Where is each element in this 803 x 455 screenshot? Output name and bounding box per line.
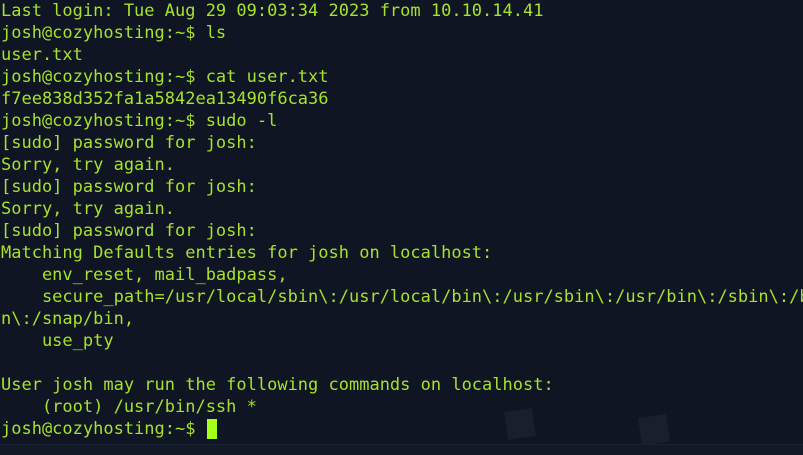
- terminal-line: Last login: Tue Aug 29 09:03:34 2023 fro…: [1, 1, 544, 21]
- terminal-line: Matching Defaults entries for josh on lo…: [1, 243, 493, 263]
- terminal-line: josh@cozyhosting:~$ sudo -l: [1, 111, 278, 131]
- terminal-line: f7ee838d352fa1a5842ea13490f6ca36: [1, 89, 329, 109]
- terminal-line: [sudo] password for josh:: [1, 177, 268, 197]
- terminal-line: [sudo] password for josh:: [1, 221, 268, 241]
- terminal-line: Sorry, try again.: [1, 155, 175, 175]
- terminal-line: josh@cozyhosting:~$ cat user.txt: [1, 67, 329, 87]
- terminal-line: secure_path=/usr/local/sbin\:/usr/local/…: [1, 287, 803, 307]
- terminal-line: User josh may run the following commands…: [1, 375, 554, 395]
- terminal-line: [sudo] password for josh:: [1, 133, 268, 153]
- terminal-cursor[interactable]: [206, 419, 217, 439]
- terminal-line: n\:/snap/bin,: [1, 309, 135, 329]
- prompt-line[interactable]: josh@cozyhosting:~$: [0, 418, 803, 440]
- background-band: [0, 444, 803, 455]
- terminal-line: use_pty: [1, 331, 114, 351]
- terminal-window[interactable]: Last login: Tue Aug 29 09:03:34 2023 fro…: [0, 0, 803, 455]
- terminal-line: user.txt: [1, 45, 83, 65]
- terminal-line: env_reset, mail_badpass,: [1, 265, 288, 285]
- terminal-line: (root) /usr/bin/ssh *: [1, 397, 257, 417]
- background-decoration: [638, 414, 670, 446]
- terminal-line: Sorry, try again.: [1, 199, 175, 219]
- background-decoration: [504, 408, 536, 440]
- shell-prompt: josh@cozyhosting:~$: [1, 419, 206, 439]
- terminal-line: josh@cozyhosting:~$ ls: [1, 23, 227, 43]
